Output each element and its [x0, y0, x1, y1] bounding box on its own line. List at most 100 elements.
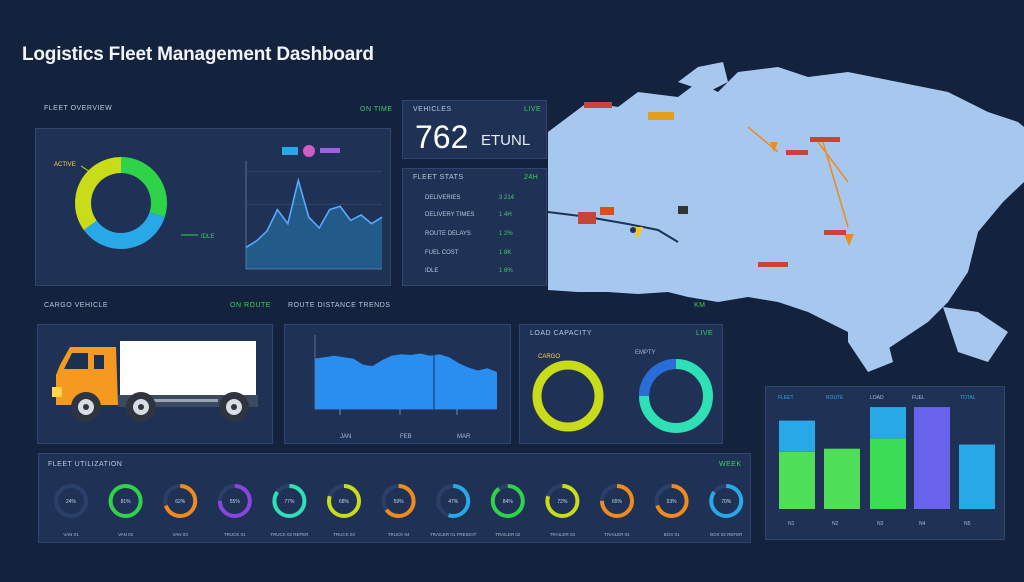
truck-illustration [52, 341, 258, 422]
load-panel: LOAD CAPACITY LIVE CARGO EMPTY [519, 324, 723, 444]
gauge-value: 84% [503, 499, 514, 505]
x-tick-label: MAR [457, 434, 471, 440]
vehicle-badge: ON ROUTE [230, 302, 271, 309]
stat-row-label: DELIVERY TIMES [425, 212, 475, 218]
bar[interactable] [959, 444, 995, 509]
bar[interactable] [779, 451, 815, 509]
map-land-north [678, 62, 728, 92]
area-series[interactable] [315, 353, 497, 410]
bar-legend-item: ROUTE [826, 395, 844, 401]
stat-row-label: DELIVERIES [425, 195, 461, 201]
vehicle-label: CARGO VEHICLE [44, 302, 109, 309]
map-flag [584, 102, 612, 108]
bar[interactable] [914, 407, 950, 509]
gauge-label: BOX 01 [664, 532, 680, 537]
pie-slice[interactable] [75, 157, 121, 231]
stat-row-value: 1 8K [499, 250, 512, 256]
gauge-value: 24% [66, 499, 77, 505]
donut-legend-left: CARGO [538, 354, 560, 360]
gauge-label: BOX 02 REFER [710, 532, 743, 537]
kpi-badge: LIVE [524, 106, 542, 113]
fleet-overview-label: FLEET OVERVIEW [44, 105, 113, 112]
legend-swatch [303, 145, 315, 157]
kpi-value: 762 [415, 119, 469, 155]
kpi-panel: VEHICLES LIVE 762 ETUNL [402, 100, 547, 159]
route-panel: JAN FEB MAR [284, 324, 511, 444]
load-donut-left[interactable] [532, 360, 604, 432]
load-donuts: CARGO EMPTY [532, 350, 713, 433]
legend-swatch [320, 148, 340, 153]
map-flag [678, 206, 688, 214]
gauge-value: 47% [448, 499, 459, 505]
gauge-value: 59% [394, 499, 405, 505]
map-flag [600, 207, 614, 215]
x-tick-label: JAN [340, 434, 351, 440]
gauge-value: 65% [612, 499, 623, 505]
stat-row-label: ROUTE DELAYS [425, 231, 471, 237]
stats-label: FLEET STATS [413, 174, 464, 181]
pie-slice[interactable] [83, 212, 165, 249]
gauge-label: TRUCK 04 [388, 532, 410, 537]
fleet-overview-panel: ACTIVE IDLE [35, 128, 391, 286]
route-label: ROUTE DISTANCE TRENDS [288, 302, 391, 309]
gauge-label: VAN 01 [63, 532, 79, 537]
truck-trailer [120, 341, 256, 397]
gauge-row: 24% VAN 01 81% VAN 02 62% VAN 03 55% TRUCK 01 77… [54, 484, 744, 537]
pie-legend-right: IDLE [201, 234, 214, 240]
line-chart[interactable] [245, 161, 383, 270]
gauge-value: 77% [284, 499, 295, 505]
stat-row-value: 3 214 [499, 195, 515, 201]
bar-chart[interactable] [779, 407, 995, 509]
load-donut-segment [639, 359, 677, 397]
bar-x-label: N5 [964, 521, 971, 527]
stat-row-value: 1 6% [499, 268, 513, 274]
route-chart-svg: JAN FEB MAR [314, 335, 497, 440]
bar-legend: FLEET ROUTE LOAD FUEL TOTAL [778, 395, 976, 401]
gauge-value: 62% [175, 499, 186, 505]
bar[interactable] [824, 448, 860, 509]
bar-legend-item: FLEET [778, 395, 794, 401]
bar-x-label: N3 [877, 521, 884, 527]
stat-row-value: 1 2% [499, 231, 513, 237]
stat-row-label: IDLE [425, 268, 439, 274]
utilization-panel: FLEET UTILIZATION WEEK 24% VAN 01 81% VAN 0… [38, 453, 751, 543]
gauge-value: 70% [721, 499, 732, 505]
gauge-label: TRAILER 02 [495, 532, 521, 537]
map-islands [943, 307, 1008, 362]
line-area [246, 180, 382, 269]
legend-swatch [282, 147, 298, 155]
bar-legend-item: FUEL [912, 395, 925, 401]
route-badge: KM [694, 302, 706, 309]
gauge-label: TRUCK 01 [224, 532, 246, 537]
map-flag [578, 212, 596, 224]
stat-row-value: 1 4H [499, 212, 512, 218]
donut-legend-right: EMPTY [635, 350, 656, 356]
x-tick-label: FEB [400, 434, 412, 440]
stat-row-label: FUEL COST [425, 250, 459, 256]
vehicle-panel [37, 324, 273, 444]
bar[interactable] [779, 420, 815, 452]
bar-x-label: N2 [832, 521, 839, 527]
gauge-value: 53% [667, 499, 678, 505]
kpi-label: VEHICLES [413, 106, 452, 113]
gauge-value: 72% [557, 499, 568, 505]
gauge-label: TRUCK 02 REFER [270, 532, 309, 537]
gauge-label: VAN 03 [173, 532, 189, 537]
pie-legend-left: ACTIVE [54, 162, 76, 168]
gauge-label: TRUCK 03 [333, 532, 355, 537]
gauge-label: TRAILER 01 FREIGHT [430, 532, 477, 537]
stats-panel: FLEET STATS 24H DELIVERIES 3 214 DELIVER… [402, 168, 547, 286]
bar-x-label: N4 [919, 521, 926, 527]
bar-x-label: N1 [788, 521, 795, 527]
bar[interactable] [870, 407, 906, 439]
bar-chart-panel: FLEET ROUTE LOAD FUEL TOTAL N1 N2 N3 N4 … [765, 386, 1005, 540]
gauge-label: VAN 02 [118, 532, 134, 537]
stats-badge: 24H [524, 174, 539, 181]
gauge-value: 81% [121, 499, 132, 505]
area-chart[interactable] [314, 335, 497, 415]
page-title: Logistics Fleet Management Dashboard [22, 44, 374, 65]
bar[interactable] [870, 438, 906, 509]
pie-slice[interactable] [121, 157, 167, 218]
bar-legend-item: LOAD [870, 395, 884, 401]
gauge-label: TRAILER 04 [604, 532, 630, 537]
